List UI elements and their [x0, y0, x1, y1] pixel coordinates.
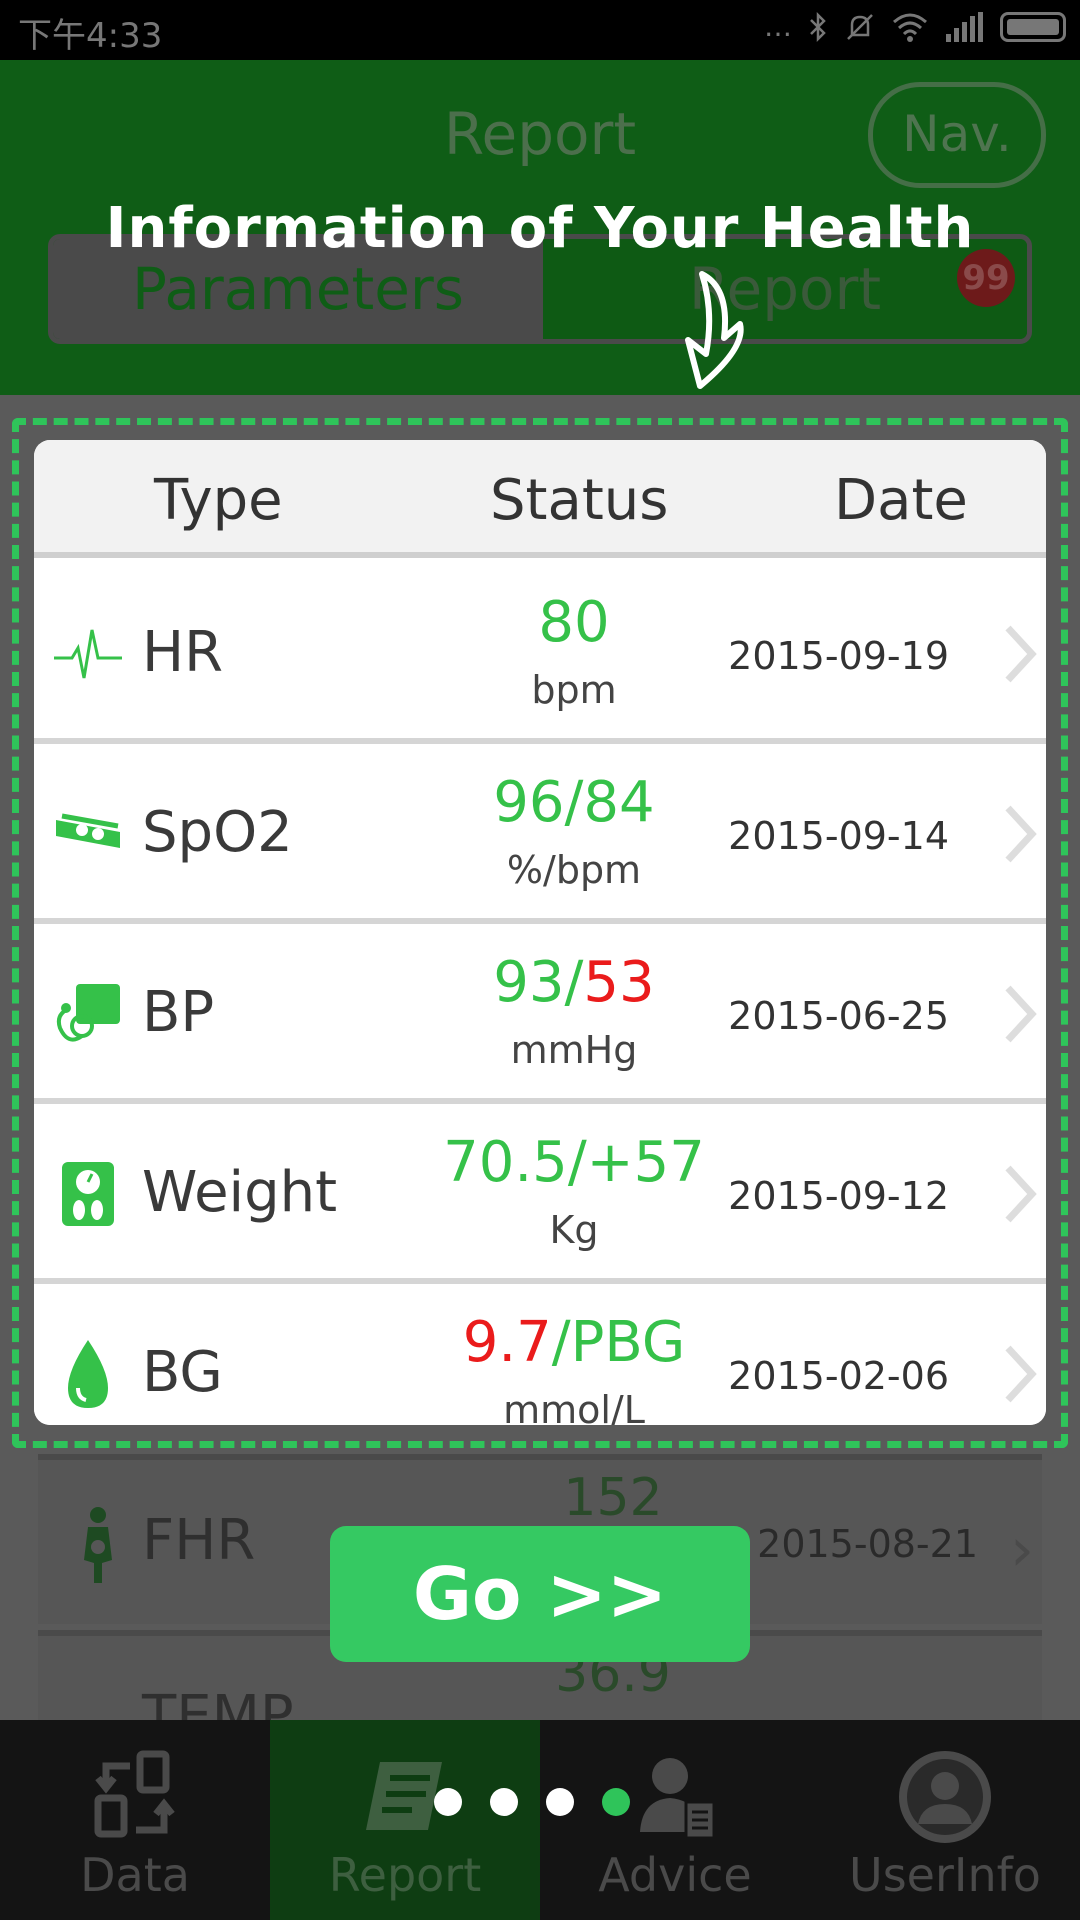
row-name: SpO2 — [142, 800, 293, 865]
pager-dots — [434, 1788, 630, 1816]
tab-label: Data — [80, 1848, 190, 1902]
status-icons: … — [764, 10, 1066, 43]
row-name: BG — [142, 1340, 223, 1405]
signal-icon — [946, 11, 983, 42]
row-name: HR — [142, 620, 224, 685]
scale-icon — [62, 1162, 114, 1226]
oximeter-icon — [56, 813, 120, 848]
advice-icon — [640, 1758, 716, 1840]
table-row-weight[interactable]: Weight 70.5/+57 Kg 2015-09-12 — [34, 1104, 1046, 1284]
table-row-hr[interactable]: HR 80 bpm 2015-09-19 — [34, 564, 1046, 744]
bottom-tab-bar: Data Report Advice UserInfo — [0, 1720, 1080, 1920]
list-item-name: FHR — [142, 1508, 256, 1573]
blood-pressure-icon — [56, 984, 120, 1042]
row-date: 2015-09-12 — [728, 1174, 949, 1218]
chevron-right-icon — [1005, 805, 1037, 863]
hand-drawn-arrow-icon — [685, 271, 744, 389]
row-date: 2015-02-06 — [728, 1354, 949, 1398]
heart-rate-icon — [54, 629, 122, 679]
pager-dot-active[interactable] — [602, 1788, 630, 1816]
row-date: 2015-09-14 — [728, 814, 949, 858]
tab-label: UserInfo — [849, 1848, 1041, 1902]
onboarding-hint: Information of Your Health — [105, 196, 975, 261]
tab-label: Report — [328, 1848, 482, 1902]
row-date: 2015-09-19 — [728, 634, 949, 678]
row-date: 2015-06-25 — [728, 994, 949, 1038]
go-button[interactable]: Go >> — [330, 1526, 750, 1662]
chevron-right-icon: › — [1010, 1515, 1034, 1585]
blood-drop-icon — [68, 1340, 108, 1408]
chevron-right-icon — [1005, 1345, 1037, 1403]
pager-dot[interactable] — [490, 1788, 518, 1816]
wifi-icon — [893, 13, 927, 42]
column-type: Type — [154, 468, 283, 533]
glucose-tag: /PBG — [551, 1310, 686, 1375]
systolic-value: 93/ — [493, 950, 584, 1015]
battery-icon — [1000, 11, 1066, 42]
more-dots-icon: … — [764, 10, 792, 43]
row-name: Weight — [142, 1160, 338, 1225]
diastolic-value: 53 — [583, 950, 655, 1015]
tab-report-bottom[interactable]: Report — [270, 1720, 540, 1920]
list-item-value: 152 — [563, 1468, 663, 1528]
bluetooth-icon — [810, 11, 826, 42]
column-status: Status — [490, 468, 669, 533]
row-name: BP — [142, 980, 215, 1045]
chevron-right-icon — [1005, 625, 1037, 683]
status-bar: 下午4:33 … — [0, 0, 1080, 60]
nav-button[interactable]: Nav. — [868, 82, 1046, 188]
data-sync-icon — [94, 1750, 175, 1838]
glucose-value: 9.7 — [462, 1310, 552, 1375]
pager-dot[interactable] — [434, 1788, 462, 1816]
user-icon — [899, 1751, 991, 1843]
column-date: Date — [834, 468, 968, 533]
chevron-right-icon — [1005, 1165, 1037, 1223]
report-table-card: Type Status Date HR 80 bpm 2015-09-19 Sp… — [34, 440, 1046, 1425]
tab-data[interactable]: Data — [0, 1720, 270, 1920]
status-time: 下午4:33 — [18, 16, 163, 56]
table-header: Type Status Date — [34, 440, 1046, 558]
table-row-spo2[interactable]: SpO2 96/84 %/bpm 2015-09-14 — [34, 744, 1046, 924]
table-row-bg[interactable]: BG 9.7/PBG mmol/L 2015-02-06 — [34, 1284, 1046, 1425]
tab-advice[interactable]: Advice — [540, 1720, 810, 1920]
tab-label: Advice — [598, 1848, 752, 1902]
pager-dot[interactable] — [546, 1788, 574, 1816]
chevron-right-icon — [1005, 985, 1037, 1043]
table-row-bp[interactable]: BP 93/53 mmHg 2015-06-25 — [34, 924, 1046, 1104]
tab-userinfo[interactable]: UserInfo — [810, 1720, 1080, 1920]
fetal-icon — [84, 1507, 112, 1583]
mute-icon — [847, 13, 873, 40]
